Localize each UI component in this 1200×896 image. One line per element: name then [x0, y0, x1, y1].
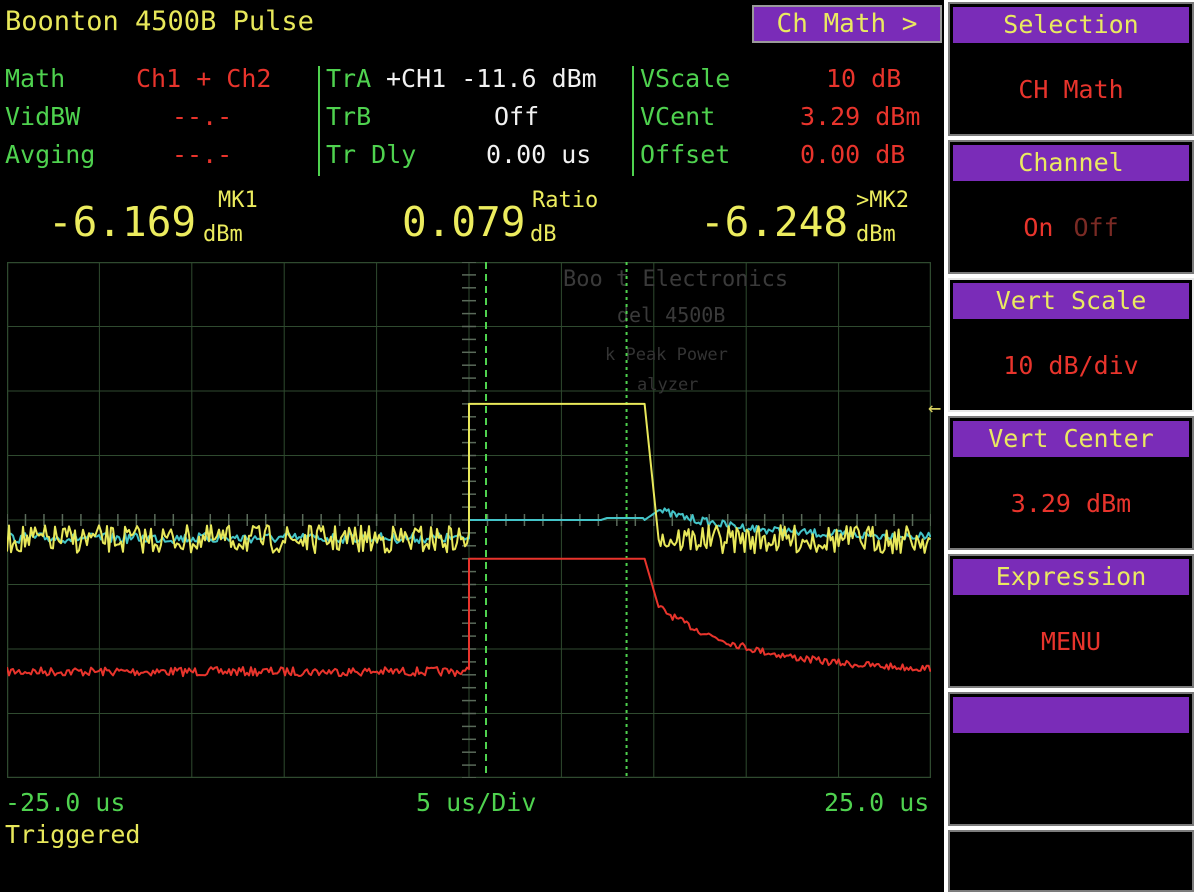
x-start-label: -25.0 us — [5, 788, 126, 817]
math-value: Ch1 + Ch2 — [136, 64, 272, 93]
vcent-label: VCent — [640, 102, 716, 131]
mk1-unit: dBm — [203, 222, 243, 247]
param-divider — [632, 66, 634, 176]
tra-value: +CH1 -11.6 dBm — [386, 64, 597, 93]
softkey-selection[interactable]: Selection CH Math — [948, 2, 1194, 136]
softkey-channel[interactable]: Channel On Off — [948, 140, 1194, 274]
avging-label: Avging — [5, 140, 96, 169]
vscale-value: 10 dB — [826, 64, 902, 93]
softkey-header: Vert Scale — [953, 283, 1189, 319]
softkey-vert-scale[interactable]: Vert Scale 10 dB/div — [948, 278, 1194, 412]
softkey-header: Channel — [953, 145, 1189, 181]
watermark-line: Boo t Electronics — [563, 267, 788, 292]
waveform-plot[interactable]: Boo t Electronics del 4500B k Peak Power… — [7, 262, 931, 778]
vscale-label: VScale — [640, 64, 731, 93]
trdly-value: 0.00 us — [486, 140, 592, 169]
channel-off: Off — [1073, 212, 1119, 242]
trdly-label: Tr Dly — [326, 140, 417, 169]
ratio-label: Ratio — [532, 188, 599, 213]
mk2-label: >MK2 — [856, 188, 909, 213]
softkey-expression[interactable]: Expression MENU — [948, 554, 1194, 688]
softkey-value: MENU — [1040, 626, 1102, 656]
softkey-panel: Selection CH Math Channel On Off Vert Sca… — [928, 0, 1200, 896]
watermark-line: del 4500B — [617, 303, 725, 327]
ratio-value: 0.079 — [402, 198, 526, 246]
time-div-label: 5 us/Div — [416, 788, 537, 817]
vcent-value: 3.29 dBm — [800, 102, 921, 131]
trb-value: Off — [494, 102, 540, 131]
mk2-value: -6.248 — [700, 198, 849, 246]
softkey-value: On Off — [950, 182, 1192, 272]
watermark-line: alyzer — [637, 375, 698, 395]
softkey-vert-center[interactable]: Vert Center 3.29 dBm — [948, 416, 1194, 550]
avging-value: --.- — [172, 140, 233, 169]
trb-label: TrB — [326, 102, 372, 131]
selection-pointer-icon: ← — [928, 396, 942, 421]
param-divider — [318, 66, 320, 176]
offset-value: 0.00 dB — [800, 140, 906, 169]
channel-on: On — [1023, 212, 1054, 242]
watermark: Boo t Electronics del 4500B k Peak Power… — [563, 267, 788, 395]
softkey-value — [950, 734, 1192, 824]
softkey-header: Selection — [953, 7, 1189, 43]
ratio-unit: dB — [530, 222, 557, 247]
ch-math-button[interactable]: Ch Math > — [752, 5, 942, 43]
mk2-unit: dBm — [856, 222, 896, 247]
softkey-header: Vert Center — [953, 421, 1189, 457]
trigger-status: Triggered — [5, 820, 141, 849]
instrument-title: Boonton 4500B Pulse — [5, 6, 314, 37]
softkey-header — [953, 697, 1189, 733]
mk1-label: MK1 — [218, 188, 258, 213]
vidbw-label: VidBW — [5, 102, 81, 131]
softkey-blank[interactable] — [948, 692, 1194, 826]
softkey-value: CH Math — [1018, 74, 1124, 104]
math-label: Math — [5, 64, 66, 93]
tra-label: TrA — [326, 64, 372, 93]
watermark-line: k Peak Power — [605, 345, 728, 365]
mk1-value: -6.169 — [48, 198, 197, 246]
x-end-label: 25.0 us — [824, 788, 930, 817]
softkey-value: 10 dB/div — [1003, 350, 1139, 380]
vidbw-value: --.- — [172, 102, 233, 131]
trace-ch2-line — [7, 557, 931, 678]
softkey-header: Expression — [953, 559, 1189, 595]
softkey-blank[interactable] — [948, 830, 1194, 892]
softkey-value: 3.29 dBm — [1010, 488, 1132, 518]
instrument-screen: Boonton 4500B Pulse Ch Math > Math Ch1 +… — [0, 0, 944, 892]
offset-label: Offset — [640, 140, 731, 169]
